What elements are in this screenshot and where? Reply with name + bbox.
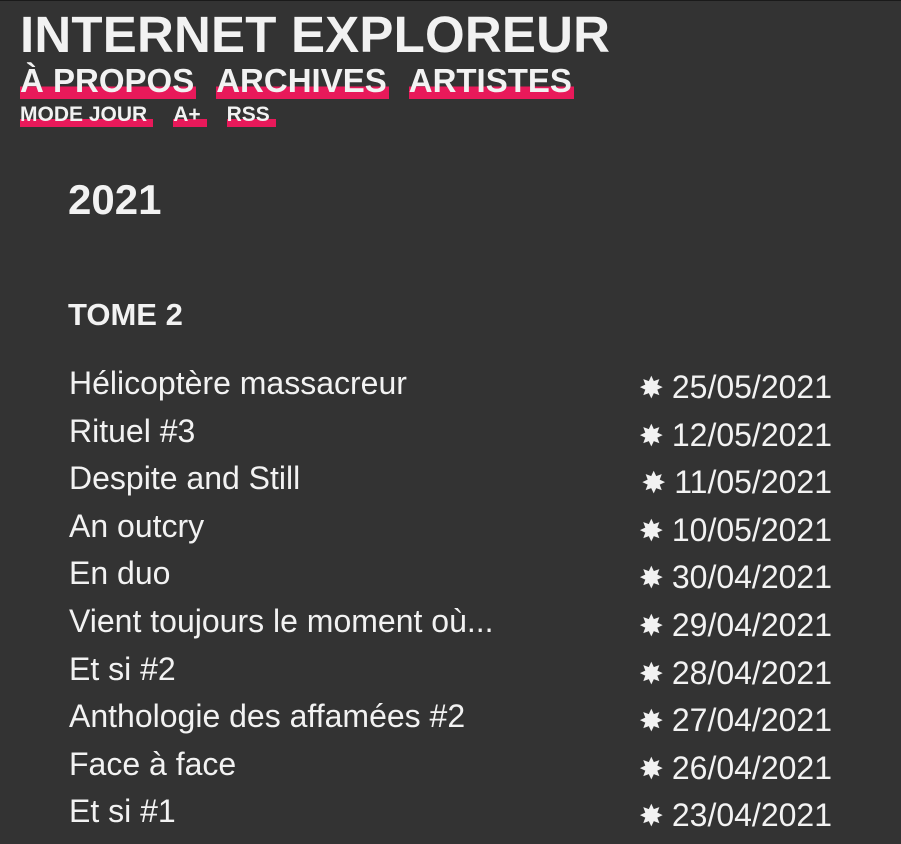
post-title-link[interactable]: An outcry — [69, 504, 204, 548]
post-title-link[interactable]: Hélicoptère massacreur — [69, 361, 407, 405]
list-item: Rituel #3 ✸ 12/05/2021 — [68, 409, 832, 457]
tome-heading: TOME 2 — [68, 297, 183, 332]
post-date: ✸ 26/04/2021 — [639, 746, 832, 792]
post-date: ✸ 29/04/2021 — [639, 603, 832, 649]
rss-link[interactable]: RSS — [226, 103, 276, 127]
post-date: ✸ 11/05/2021 — [641, 460, 832, 506]
post-date: ✸ 10/05/2021 — [639, 508, 832, 554]
post-title-link[interactable]: En duo — [69, 551, 170, 595]
post-date: ✸ 12/05/2021 — [639, 413, 832, 459]
post-date: ✸ 27/04/2021 — [639, 698, 832, 744]
post-title-link[interactable]: Vient toujours le moment où... — [69, 599, 494, 643]
post-date-text: 23/04/2021 — [671, 797, 832, 834]
list-item: Anthologie des affamées #2 ✸ 27/04/2021 — [68, 694, 832, 742]
list-item: An outcry ✸ 10/05/2021 — [68, 504, 832, 552]
star-burst-icon: ✸ — [638, 419, 664, 453]
list-item: Hélicoptère massacreur ✸ 25/05/2021 — [68, 361, 832, 409]
list-item: Despite and Still ✸ 11/05/2021 — [68, 456, 832, 504]
star-burst-icon: ✸ — [638, 562, 664, 596]
post-date-text: 30/04/2021 — [671, 559, 832, 596]
post-date-text: 12/05/2021 — [671, 416, 832, 453]
site-header: INTERNET EXPLOREUR À PROPOS ARCHIVES ART… — [20, 9, 610, 127]
post-date: ✸ 25/05/2021 — [639, 365, 832, 411]
post-title-link[interactable]: Anthologie des affamées #2 — [69, 694, 465, 738]
post-date-text: 29/04/2021 — [671, 606, 832, 643]
post-title-link[interactable]: Rituel #3 — [69, 409, 195, 453]
star-burst-icon: ✸ — [638, 800, 664, 834]
post-date: ✸ 23/04/2021 — [639, 793, 832, 839]
post-title-link[interactable]: Despite and Still — [69, 456, 300, 500]
page: INTERNET EXPLOREUR À PROPOS ARCHIVES ART… — [0, 0, 901, 844]
day-mode-toggle[interactable]: MODE JOUR — [20, 103, 154, 127]
post-date-text: 28/04/2021 — [671, 654, 832, 691]
nav-link-artistes[interactable]: ARTISTES — [408, 62, 574, 99]
post-title-link[interactable]: Et si #2 — [69, 647, 176, 691]
site-title-link[interactable]: INTERNET EXPLOREUR — [20, 9, 610, 61]
star-burst-icon: ✸ — [638, 657, 664, 691]
list-item: Et si #1 ✸ 23/04/2021 — [68, 789, 832, 837]
post-date-text: 26/04/2021 — [671, 749, 832, 786]
post-date-text: 27/04/2021 — [671, 702, 832, 739]
post-list: Hélicoptère massacreur ✸ 25/05/2021 Ritue… — [68, 361, 832, 837]
star-burst-icon: ✸ — [638, 514, 664, 548]
secondary-nav: MODE JOUR A+ RSS — [20, 103, 610, 127]
post-title-link[interactable]: Face à face — [69, 742, 236, 786]
list-item: En duo ✸ 30/04/2021 — [68, 551, 832, 599]
font-size-increase-button[interactable]: A+ — [173, 103, 207, 127]
list-item: Vient toujours le moment où... ✸ 29/04/20… — [68, 599, 832, 647]
list-item: Et si #2 ✸ 28/04/2021 — [68, 647, 832, 695]
post-date-text: 10/05/2021 — [671, 511, 832, 548]
nav-link-archives[interactable]: ARCHIVES — [216, 62, 389, 99]
post-date: ✸ 30/04/2021 — [639, 555, 832, 601]
star-burst-icon: ✸ — [638, 372, 664, 405]
archive-year-heading: 2021 — [68, 176, 162, 223]
post-date-text: 11/05/2021 — [674, 464, 832, 501]
post-date: ✸ 28/04/2021 — [639, 651, 832, 697]
list-item: Face à face ✸ 26/04/2021 — [68, 742, 832, 790]
post-title-link[interactable]: Et si #1 — [69, 789, 176, 833]
star-burst-icon: ✸ — [641, 467, 667, 501]
main-nav: À PROPOS ARCHIVES ARTISTES — [20, 62, 610, 99]
star-burst-icon: ✸ — [638, 752, 664, 786]
nav-link-a-propos[interactable]: À PROPOS — [20, 62, 197, 99]
star-burst-icon: ✸ — [638, 609, 664, 643]
star-burst-icon: ✸ — [638, 705, 664, 739]
post-date-text: 25/05/2021 — [671, 369, 832, 405]
